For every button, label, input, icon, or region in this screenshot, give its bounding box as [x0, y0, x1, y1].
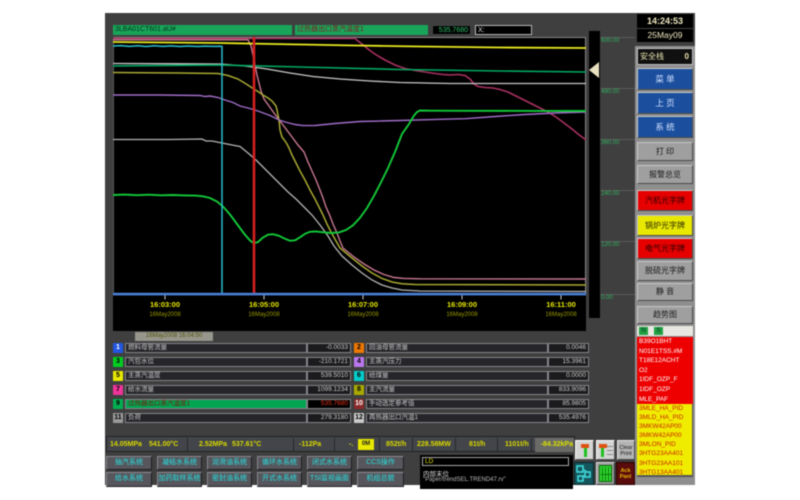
svg-text:16:09:00: 16:09:00 — [447, 300, 477, 309]
svg-text:16:11:00: 16:11:00 — [546, 300, 576, 309]
svg-text:16May2008: 16May2008 — [347, 312, 379, 318]
svg-text:16:05:00: 16:05:00 — [249, 300, 279, 309]
svg-text:16:03:00: 16:03:00 — [150, 300, 180, 309]
svg-text:16May2008: 16May2008 — [545, 312, 577, 318]
svg-text:16:07:00: 16:07:00 — [348, 300, 378, 309]
svg-text:16May2008: 16May2008 — [149, 312, 181, 318]
svg-text:16May2008: 16May2008 — [248, 312, 280, 318]
svg-text:16May2008: 16May2008 — [446, 312, 478, 318]
